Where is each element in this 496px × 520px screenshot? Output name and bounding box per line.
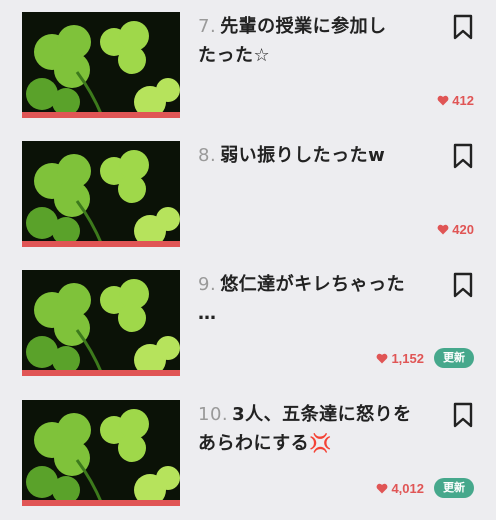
likes-count: 420 (437, 222, 474, 237)
clover-image (22, 270, 180, 376)
anger-emoji: 💢 (309, 433, 333, 454)
title-line-2: たった☆ (198, 45, 271, 66)
likes-value: 420 (452, 221, 474, 237)
thumbnail-bar (22, 112, 180, 118)
item-meta: 1,152 更新 (376, 348, 474, 368)
story-list: 7. 先輩の授業に参加し たった☆ 412 8. 弱い振りしたったw 420 9… (0, 0, 496, 512)
thumbnail-image[interactable] (22, 141, 180, 247)
list-item[interactable]: 8. 弱い振りしたったw 420 (0, 141, 496, 261)
item-title[interactable]: 10. 3人、五条達に怒りを あらわにする💢 (198, 400, 418, 458)
title-line-1: 先輩の授業に参加し (220, 16, 387, 37)
title-line-2: … (198, 303, 217, 324)
bookmark-icon[interactable] (452, 14, 474, 40)
bookmark-icon[interactable] (452, 402, 474, 428)
item-title[interactable]: 9. 悠仁達がキレちゃった … (198, 270, 418, 328)
title-line-2: あらわにする (198, 433, 310, 454)
thumbnail-bar (22, 370, 180, 376)
item-meta: 420 (437, 219, 474, 239)
list-item[interactable]: 10. 3人、五条達に怒りを あらわにする💢 4,012 更新 (0, 400, 496, 520)
likes-value: 1,152 (391, 350, 424, 366)
clover-image (22, 141, 180, 247)
likes-count: 412 (437, 93, 474, 108)
bookmark-icon[interactable] (452, 143, 474, 169)
updated-badge: 更新 (434, 478, 474, 498)
bookmark-icon[interactable] (452, 272, 474, 298)
thumbnail-image[interactable] (22, 12, 180, 118)
item-number: 7. (198, 16, 217, 37)
heart-icon (377, 483, 388, 493)
thumbnail-image[interactable] (22, 270, 180, 376)
list-item[interactable]: 9. 悠仁達がキレちゃった … 1,152 更新 (0, 270, 496, 390)
updated-badge: 更新 (434, 348, 474, 368)
likes-value: 4,012 (391, 480, 424, 496)
item-meta: 4,012 更新 (376, 478, 474, 498)
item-number: 8. (198, 145, 217, 166)
heart-icon (437, 224, 449, 234)
title-line-1: 弱い振りしたったw (220, 145, 386, 166)
item-title[interactable]: 8. 弱い振りしたったw (198, 141, 418, 170)
item-meta: 412 (437, 90, 474, 110)
likes-value: 412 (452, 92, 474, 108)
title-line-1: 3人、五条達に怒りを (232, 404, 412, 425)
title-line-1: 悠仁達がキレちゃった (220, 274, 406, 295)
thumbnail-bar (22, 500, 180, 506)
clover-image (22, 12, 180, 118)
list-item[interactable]: 7. 先輩の授業に参加し たった☆ 412 (0, 12, 496, 132)
item-number: 9. (198, 274, 217, 295)
heart-icon (377, 353, 388, 363)
item-title[interactable]: 7. 先輩の授業に参加し たった☆ (198, 12, 418, 70)
item-number: 10. (198, 404, 229, 425)
likes-count: 4,012 (376, 481, 424, 496)
likes-count: 1,152 (376, 351, 424, 366)
clover-image (22, 400, 180, 506)
thumbnail-bar (22, 241, 180, 247)
heart-icon (437, 95, 449, 105)
thumbnail-image[interactable] (22, 400, 180, 506)
